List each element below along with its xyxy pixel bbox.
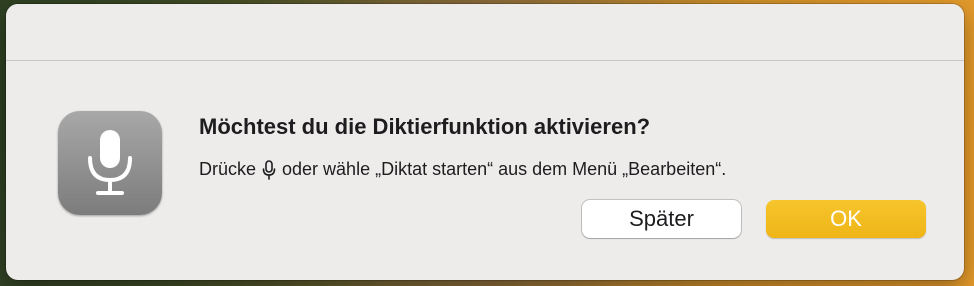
later-button[interactable]: Später <box>582 200 741 238</box>
dialog-title: Möchtest du die Diktierfunktion aktivier… <box>199 114 651 139</box>
message-text-before: Drücke <box>199 159 257 179</box>
ok-button[interactable]: OK <box>766 200 926 238</box>
dialog-titlebar <box>6 4 964 61</box>
dialog-message: Drücke oder wähle „Diktat starten“ aus d… <box>199 159 726 180</box>
message-text-after: oder wähle „Diktat starten“ aus dem Menü… <box>282 159 727 179</box>
microphone-icon <box>262 159 276 180</box>
dictation-alert-dialog: Möchtest du die Diktierfunktion aktivier… <box>6 4 964 280</box>
dictation-microphone-icon <box>58 111 162 215</box>
